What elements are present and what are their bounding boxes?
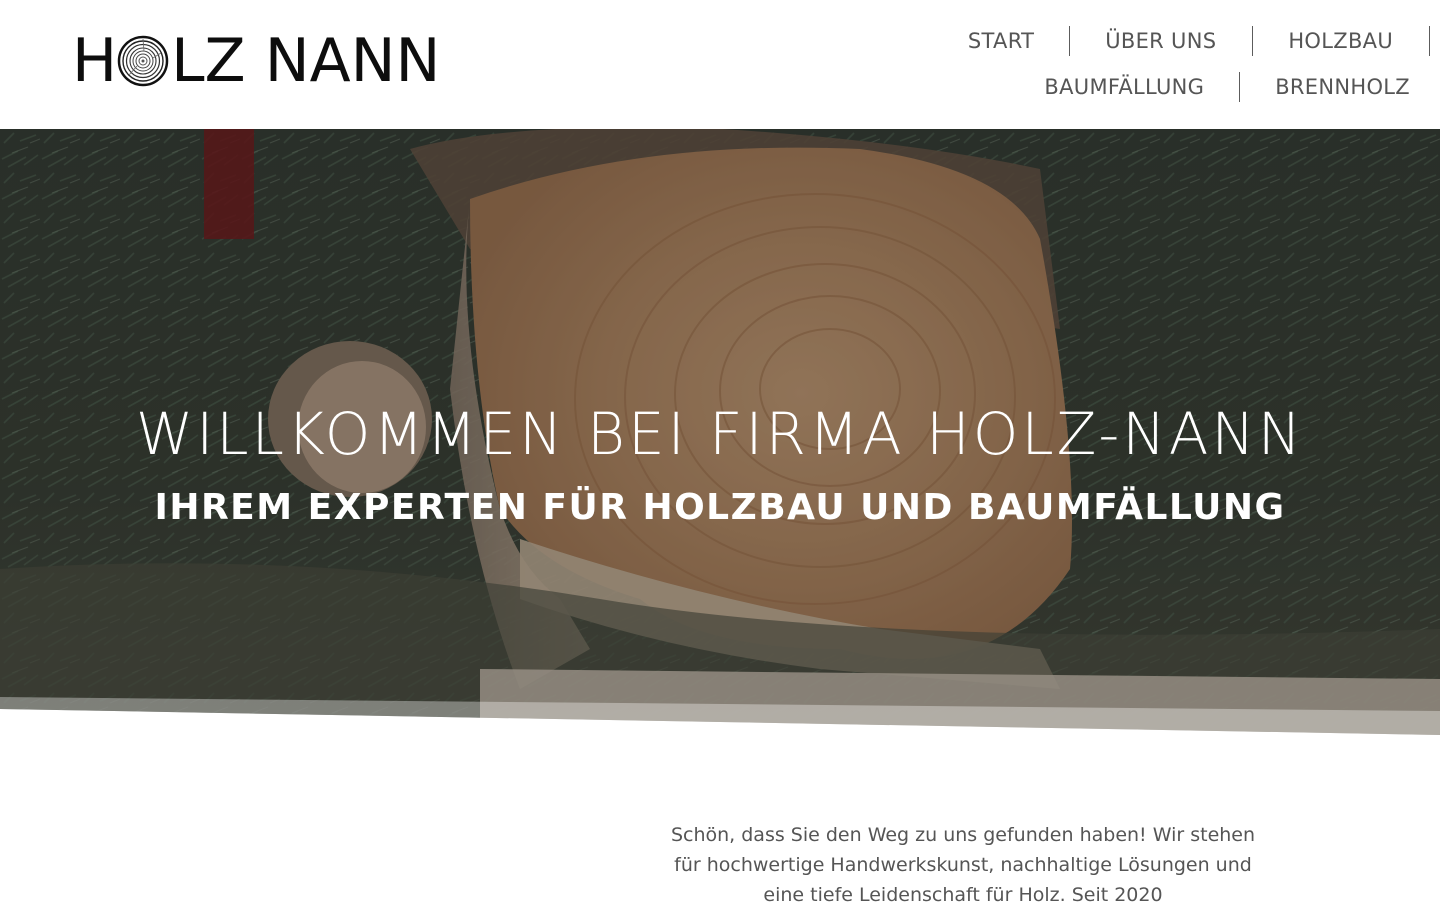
nav-item-baumfaellung[interactable]: BAUMFÄLLUNG [1044, 72, 1239, 102]
nav-item-brennholz[interactable]: BRENNHOLZ [1240, 72, 1440, 102]
hero-subtitle: IHREM EXPERTEN FÜR HOLZBAU UND BAUMFÄLLU… [154, 487, 1286, 528]
hero-section: WILLKOMMEN BEI FIRMA HOLZ-NANN IHREM EXP… [0, 129, 1440, 749]
logo-text-start: H [72, 26, 118, 96]
nav-row-secondary: BAUMFÄLLUNG BRENNHOLZ [1044, 72, 1440, 102]
nav-item-holzbau[interactable]: HOLZBAU [1253, 26, 1429, 56]
nav-item-ueber-uns[interactable]: ÜBER UNS [1070, 26, 1252, 56]
nav-item-start[interactable]: START [968, 26, 1069, 56]
site-header: H LZ NANN START ÜBER UNS HOLZBAU BAUMFÄL… [0, 0, 1440, 129]
site-logo[interactable]: H LZ NANN [72, 28, 440, 94]
logo-text-end: LZ NANN [171, 26, 441, 96]
tree-ring-icon [117, 35, 169, 87]
intro-text: Schön, dass Sie den Weg zu uns gefunden … [670, 824, 1256, 906]
nav-divider [1429, 26, 1430, 56]
nav-row-primary: START ÜBER UNS HOLZBAU [968, 26, 1440, 56]
hero-title: WILLKOMMEN BEI FIRMA HOLZ-NANN [135, 400, 1305, 468]
